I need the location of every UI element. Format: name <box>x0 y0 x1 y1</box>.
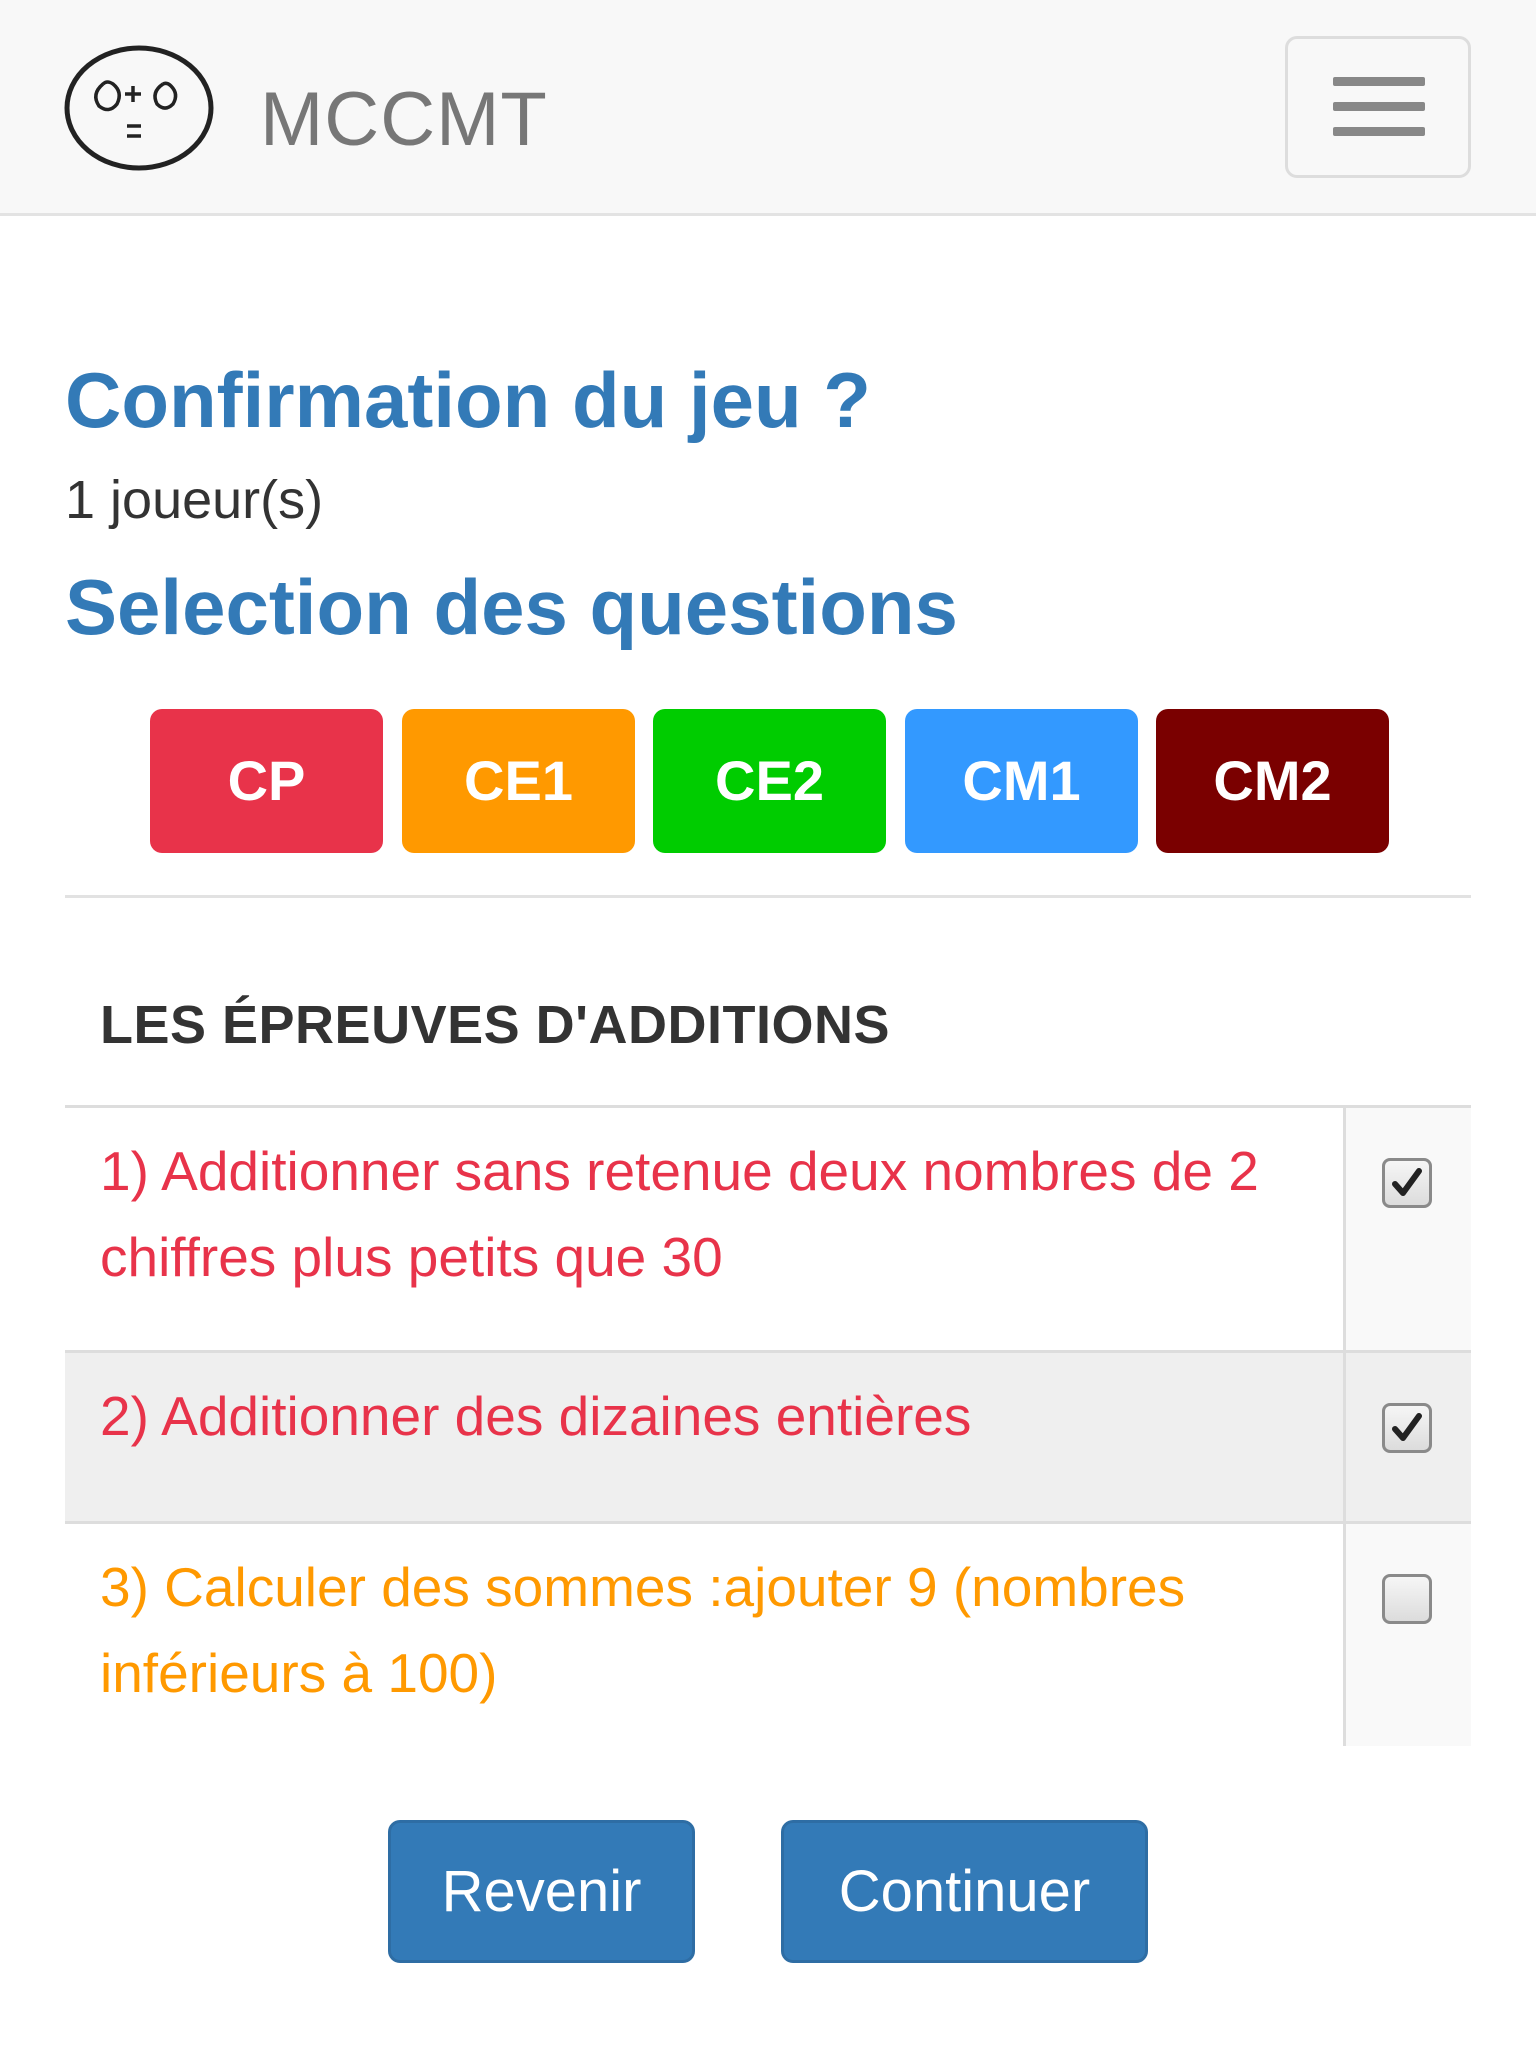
checkbox-cell <box>1343 1353 1471 1521</box>
level-button-cp[interactable]: CP <box>150 709 383 853</box>
smiley-equation-logo-icon[interactable] <box>63 42 217 172</box>
level-button-ce1[interactable]: CE1 <box>402 709 635 853</box>
section-title: LES ÉPREUVES D'ADDITIONS <box>100 995 890 1055</box>
level-button-cm2[interactable]: CM2 <box>1156 709 1389 853</box>
hamburger-bar <box>1333 102 1425 111</box>
hamburger-bar <box>1333 127 1425 136</box>
task-label: 2) Additionner des dizaines entières <box>100 1385 972 1447</box>
task-checkbox[interactable] <box>1382 1403 1432 1453</box>
tasks-table: 1) Additionner sans retenue deux nombres… <box>65 1105 1471 1746</box>
confirm-heading: Confirmation du jeu ? <box>65 356 871 444</box>
checkbox-cell <box>1343 1524 1471 1746</box>
hamburger-menu-icon <box>1333 77 1425 86</box>
checkbox-cell <box>1343 1108 1471 1350</box>
table-row: 2) Additionner des dizaines entières <box>65 1353 1471 1524</box>
continue-button[interactable]: Continuer <box>781 1820 1148 1963</box>
navbar: MCCMT <box>0 0 1536 216</box>
task-label: 1) Additionner sans retenue deux nombres… <box>100 1140 1259 1288</box>
table-row: 1) Additionner sans retenue deux nombres… <box>65 1108 1471 1353</box>
table-row: 3) Calculer des sommes :ajouter 9 (nombr… <box>65 1524 1471 1746</box>
checkmark-icon <box>1392 1168 1422 1196</box>
divider <box>65 895 1471 898</box>
level-button-cm1[interactable]: CM1 <box>905 709 1138 853</box>
menu-toggle-button[interactable] <box>1285 36 1471 178</box>
task-checkbox[interactable] <box>1382 1158 1432 1208</box>
task-checkbox[interactable] <box>1382 1574 1432 1624</box>
task-label: 3) Calculer des sommes :ajouter 9 (nombr… <box>100 1556 1186 1704</box>
players-count: 1 joueur(s) <box>65 470 324 530</box>
back-button[interactable]: Revenir <box>388 1820 695 1963</box>
selection-heading: Selection des questions <box>65 563 958 651</box>
level-button-ce2[interactable]: CE2 <box>653 709 886 853</box>
brand-title[interactable]: MCCMT <box>260 70 548 170</box>
checkmark-icon <box>1392 1413 1422 1441</box>
level-filter-group: CP CE1 CE2 CM1 CM2 <box>150 709 1395 853</box>
